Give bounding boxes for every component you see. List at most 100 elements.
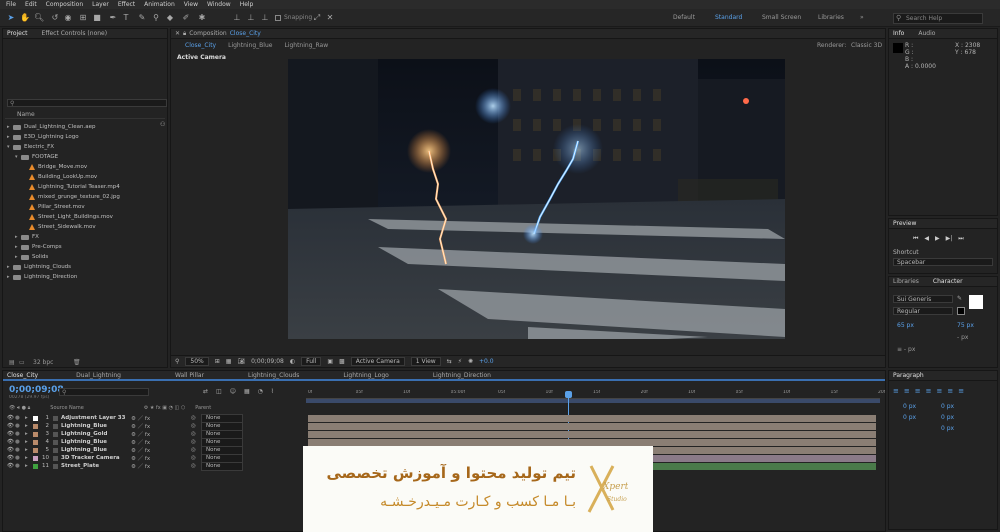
solo-icon[interactable]: ● — [15, 423, 25, 429]
project-item[interactable]: ▸ E3D_Lightning Logo — [3, 132, 79, 142]
column-source-name[interactable]: Source Name — [50, 405, 84, 411]
font-size-value[interactable]: 65 px — [897, 322, 914, 329]
label-color-swatch[interactable] — [33, 431, 38, 437]
pen-tool-icon[interactable]: ✒ — [108, 13, 118, 23]
menu-animation[interactable]: Animation — [144, 1, 175, 8]
project-item[interactable]: ▸ Lightning_Direction — [3, 272, 77, 282]
project-name-header[interactable]: Name — [5, 111, 165, 119]
layer-duration-bar[interactable] — [308, 430, 876, 438]
layer-row[interactable]: 👁︎ ● ▸ 2 Lightning_Blue ⚙ ／ fx ◎ None — [7, 421, 303, 431]
eraser-tool-icon[interactable]: ◆ — [165, 13, 175, 23]
expand-triangle-icon[interactable]: ▸ — [25, 439, 33, 445]
label-color-swatch[interactable] — [33, 447, 38, 453]
parent-select[interactable]: None — [201, 461, 243, 471]
align-center-icon[interactable]: ≡ — [904, 387, 910, 395]
comp-tab-name[interactable]: Close_City — [230, 30, 261, 37]
expand-triangle-icon[interactable]: ▸ — [25, 463, 33, 469]
menu-view[interactable]: View — [184, 1, 198, 8]
share-view-icon[interactable]: ⇆ — [447, 358, 452, 365]
tab-effect-controls[interactable]: Effect Controls (none) — [42, 30, 108, 37]
layer-switches-icon[interactable]: ⚙ ／ fx — [131, 438, 191, 446]
zoom-select[interactable]: 50% — [185, 357, 209, 366]
hand-tool-icon[interactable]: ✋ — [20, 13, 30, 23]
paragraph-title[interactable]: Paragraph — [893, 372, 924, 379]
eye-icon[interactable]: 👁︎ — [7, 463, 15, 469]
expand-triangle-icon[interactable]: ▸ — [25, 447, 33, 453]
tab-info[interactable]: Info — [893, 30, 904, 37]
menu-window[interactable]: Window — [207, 1, 231, 8]
exposure-value[interactable]: +0.0 — [479, 358, 494, 365]
justify-right-icon[interactable]: ≡ — [947, 387, 953, 395]
interpret-footage-icon[interactable]: ▤ — [9, 359, 15, 366]
timeline-tab-lightning-direction[interactable]: Lightning_Direction — [433, 372, 491, 379]
font-style-select[interactable]: Regular — [893, 307, 953, 315]
work-area-bar[interactable] — [306, 399, 880, 403]
search-help-input[interactable]: Search Help — [893, 13, 983, 24]
menu-edit[interactable]: Edit — [25, 1, 37, 8]
align-left-icon[interactable]: ≡ — [893, 387, 899, 395]
column-switches-icon[interactable]: ⚙ ★ fx ▣ ◔ ◫ ⬡ — [144, 405, 185, 411]
av-switches-icon[interactable]: 👁︎ 🔊︎ ● 🔒︎ — [9, 405, 30, 411]
timeline-tab-dual-lightning[interactable]: Dual_Lightning — [76, 372, 121, 379]
axis-local-icon[interactable]: ⊥ — [232, 13, 242, 23]
fill-color-swatch[interactable] — [969, 295, 983, 309]
next-frame-icon[interactable]: ▶| — [946, 235, 953, 243]
grid-icon[interactable]: ▦ — [226, 358, 232, 365]
layer-switches-icon[interactable]: ⚙ ／ fx — [131, 414, 191, 422]
layer-name[interactable]: Lightning_Blue — [61, 423, 131, 429]
justify-all-icon[interactable]: ≡ — [958, 387, 964, 395]
eye-icon[interactable]: 👁︎ — [7, 447, 15, 453]
indent-right-value[interactable]: 0 px — [941, 425, 954, 432]
tab-audio[interactable]: Audio — [918, 30, 935, 37]
type-tool-icon[interactable]: T — [121, 13, 131, 23]
shape-tool-icon[interactable]: ■ — [92, 13, 102, 23]
layer-name[interactable]: Lightning_Blue — [61, 439, 131, 445]
composition-viewer-image[interactable] — [288, 59, 785, 339]
project-item[interactable]: Lightning_Tutorial Teaser.mp4 — [3, 182, 120, 192]
leading-value[interactable]: 75 px — [957, 322, 974, 329]
menu-help[interactable]: Help — [240, 1, 254, 8]
project-item[interactable]: ▾ FOOTAGE — [3, 152, 58, 162]
menu-layer[interactable]: Layer — [92, 1, 109, 8]
selection-tool-icon[interactable]: ➤ — [6, 13, 16, 23]
expand-triangle-icon[interactable]: ▸ — [25, 431, 33, 437]
close-icon[interactable]: ✕ — [175, 30, 180, 37]
project-item[interactable]: Street_Light_Buildings.mov — [3, 212, 113, 222]
magnification-icon[interactable]: ⚲ — [175, 358, 179, 365]
snap-icon[interactable]: ⤢ — [312, 13, 322, 23]
workspace-default[interactable]: Default — [673, 14, 695, 21]
new-folder-icon[interactable]: ▭ — [19, 359, 25, 366]
layer-row[interactable]: 👁︎ ● ▸ 11 Street_Plate ⚙ ／ fx ◎ None — [7, 461, 303, 471]
menu-file[interactable]: File — [6, 1, 16, 8]
parent-pickwhip-icon[interactable]: ◎ — [191, 439, 201, 445]
tab-character[interactable]: Character — [933, 278, 963, 285]
brush-tool-icon[interactable]: ✎ — [137, 13, 147, 23]
region-icon[interactable]: ▣ — [327, 358, 333, 365]
label-color-swatch[interactable] — [33, 423, 38, 429]
play-icon[interactable]: ▶ — [935, 235, 940, 243]
menu-effect[interactable]: Effect — [118, 1, 135, 8]
solo-icon[interactable]: ● — [15, 463, 25, 469]
trash-icon[interactable]: 🗑︎ — [73, 359, 81, 366]
graph-editor-icon[interactable]: ⌇ — [271, 388, 274, 395]
kerning-icon[interactable]: ≡ - px — [897, 346, 915, 353]
puppet-tool-icon[interactable]: ✱ — [197, 13, 207, 23]
project-item[interactable]: ▾ Electric_FX — [3, 142, 54, 152]
justify-left-icon[interactable]: ≡ — [926, 387, 932, 395]
solo-icon[interactable]: ● — [15, 455, 25, 461]
workspace-libraries[interactable]: Libraries — [818, 14, 844, 21]
project-item[interactable]: Pillar_Street.mov — [3, 202, 85, 212]
safe-zones-icon[interactable]: ⊞ — [215, 358, 220, 365]
layer-name[interactable]: Lightning_Blue — [61, 447, 131, 453]
parent-pickwhip-icon[interactable]: ◎ — [191, 447, 201, 453]
layer-row[interactable]: 👁︎ ● ▸ 10 3D Tracker Camera ⚙ ／ fx ◎ None — [7, 453, 303, 463]
workspace-small-screen[interactable]: Small Screen — [762, 14, 801, 21]
indent-left-value[interactable]: 0 px — [903, 403, 916, 410]
layer-switches-icon[interactable]: ⚙ ／ fx — [131, 462, 191, 470]
workspace-overflow-icon[interactable]: » — [860, 14, 864, 21]
subtab-lightning-raw[interactable]: Lightning_Raw — [284, 42, 328, 49]
space-before-value[interactable]: 0 px — [941, 403, 954, 410]
renderer-value[interactable]: Classic 3D — [851, 42, 882, 49]
comp-flowchart-icon[interactable]: ⇄ — [203, 388, 208, 395]
eyedropper-icon[interactable]: ✎ — [957, 295, 962, 302]
